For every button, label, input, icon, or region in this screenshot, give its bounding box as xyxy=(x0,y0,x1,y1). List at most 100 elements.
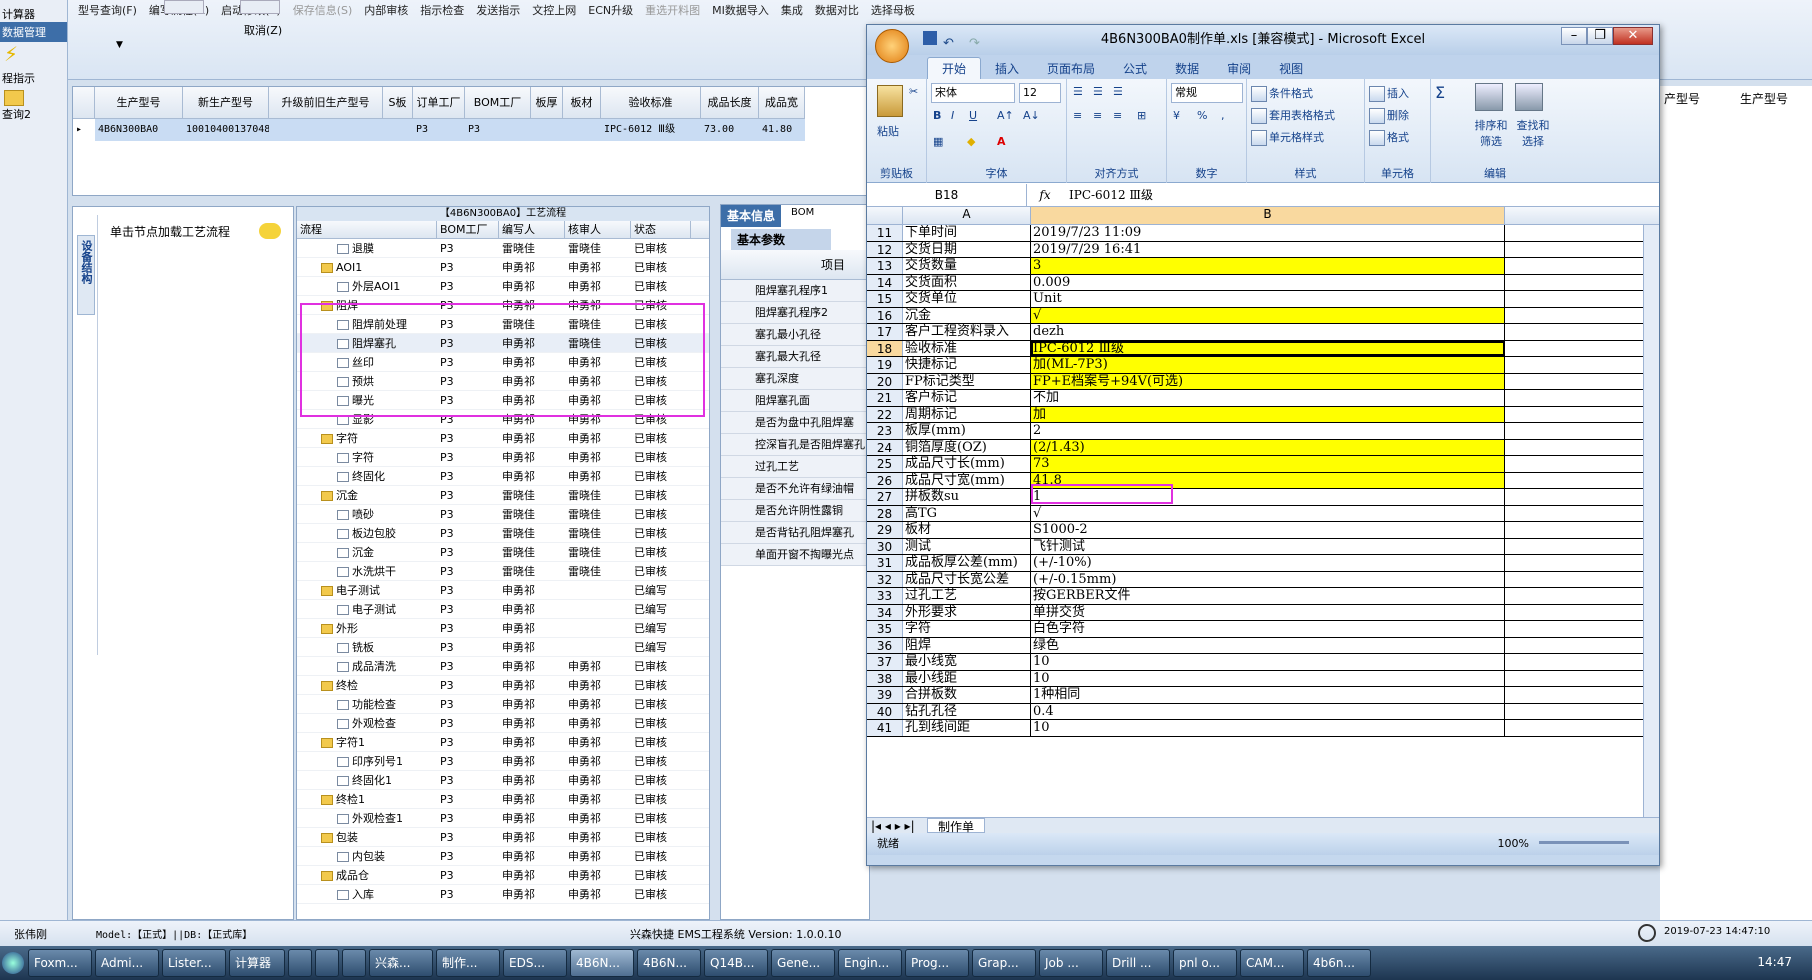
font-color-icon[interactable]: A xyxy=(997,135,1006,148)
tree-row[interactable]: 沉金 P3 雷晓佳 雷晓佳 已审核 xyxy=(297,543,709,562)
param-row[interactable]: 是否不允许有绿油帽 xyxy=(721,478,869,500)
row-number[interactable]: 35 xyxy=(867,621,903,637)
cell-c[interactable] xyxy=(1505,440,1659,456)
column-b[interactable]: B xyxy=(1031,207,1505,224)
grow-font-icon[interactable]: A↑ xyxy=(997,109,1014,122)
row-number[interactable]: 39 xyxy=(867,687,903,703)
table-cell[interactable]: P3 xyxy=(465,119,531,141)
param-row[interactable]: 是否背钻孔阻焊塞孔 xyxy=(721,522,869,544)
row-number[interactable]: 27 xyxy=(867,489,903,505)
toolbar-button[interactable]: 重选开料图 xyxy=(639,2,706,20)
row-number[interactable]: 24 xyxy=(867,439,903,455)
cell-c[interactable] xyxy=(1505,374,1659,390)
cell-b[interactable]: 73 xyxy=(1031,456,1505,472)
zoom-level[interactable]: 100% xyxy=(1498,833,1529,855)
sheet-tab[interactable]: 制作单 xyxy=(927,818,986,834)
underline-icon[interactable]: U xyxy=(969,109,977,122)
taskbar-button[interactable]: 4B6N... xyxy=(637,949,701,977)
tree-row[interactable]: 终固化1 P3 申勇祁 申勇祁 已审核 xyxy=(297,771,709,790)
merge-icon[interactable]: ⊞ xyxy=(1137,109,1146,122)
row-number[interactable]: 23 xyxy=(867,423,903,439)
tree-node[interactable]: 成品清洗 xyxy=(297,657,437,675)
tab-ribbon[interactable]: 视图 xyxy=(1265,58,1317,79)
cell-b[interactable]: S1000-2 xyxy=(1031,522,1505,538)
border-icon[interactable]: ▦ xyxy=(933,135,943,148)
cell-c[interactable] xyxy=(1505,506,1659,522)
cell-a[interactable]: 阻焊 xyxy=(903,637,1031,653)
tab-ribbon[interactable]: 数据 xyxy=(1161,58,1213,79)
row-number[interactable]: 36 xyxy=(867,637,903,653)
row-number[interactable]: 31 xyxy=(867,555,903,571)
cell-c[interactable] xyxy=(1505,291,1659,307)
dropdown-arrow-icon[interactable]: ▼ xyxy=(116,40,123,50)
row-number[interactable]: 28 xyxy=(867,505,903,521)
param-row[interactable]: 是否允许阴性露铜 xyxy=(721,500,869,522)
toolbar-button[interactable]: ECN升级 xyxy=(582,2,639,20)
taskbar-button[interactable]: 计算器 xyxy=(229,949,285,977)
number-format-box[interactable]: 常规 xyxy=(1171,83,1243,103)
function-icon[interactable]: fx xyxy=(1027,188,1063,202)
align-right-icon[interactable]: ≡ xyxy=(1113,109,1122,122)
cell-b[interactable]: 加 xyxy=(1031,406,1505,422)
taskbar-button[interactable] xyxy=(342,949,366,977)
tree-row[interactable]: 板边包胶 P3 雷晓佳 雷晓佳 已审核 xyxy=(297,524,709,543)
tree-row[interactable]: AOI1 P3 申勇祁 申勇祁 已审核 xyxy=(297,258,709,277)
taskbar-button[interactable]: CAM... xyxy=(1240,949,1304,977)
taskbar-button[interactable]: Job ... xyxy=(1039,949,1103,977)
row-number[interactable]: 33 xyxy=(867,588,903,604)
comma-icon[interactable]: , xyxy=(1221,109,1225,122)
table-cell[interactable]: IPC-6012 Ⅲ级 xyxy=(601,119,701,141)
param-row[interactable]: 控深盲孔是否阻焊塞孔 xyxy=(721,434,869,456)
cell-a[interactable]: 成品板厚公差(mm) xyxy=(903,555,1031,571)
tree-node[interactable]: 退膜 xyxy=(297,239,437,257)
cell-b[interactable]: 白色字符 xyxy=(1031,621,1505,637)
currency-icon[interactable]: ¥ xyxy=(1173,109,1180,122)
tree-node[interactable]: 入库 xyxy=(297,885,437,903)
cell-a[interactable]: 字符 xyxy=(903,621,1031,637)
tree-node[interactable]: 终固化 xyxy=(297,467,437,485)
cell-c[interactable] xyxy=(1505,720,1659,736)
cell-a[interactable]: 快捷标记 xyxy=(903,357,1031,373)
undo-icon[interactable]: ↶ xyxy=(943,29,954,59)
taskbar-button[interactable]: Admi... xyxy=(95,949,159,977)
table-cell[interactable] xyxy=(563,119,601,141)
taskbar-button[interactable]: 制作... xyxy=(436,949,500,977)
minimize-icon[interactable]: – xyxy=(1561,27,1587,45)
taskbar-button[interactable]: 4B6N... xyxy=(570,949,634,977)
tree-row[interactable]: 内包装 P3 申勇祁 申勇祁 已审核 xyxy=(297,847,709,866)
tree-node[interactable]: 沉金 xyxy=(297,543,437,561)
toolbar-button[interactable]: 保存信息(S) xyxy=(287,2,359,20)
cell-b[interactable]: (+/-0.15mm) xyxy=(1031,571,1505,587)
nav-item[interactable]: 查询2 xyxy=(0,106,67,122)
shrink-font-icon[interactable]: A↓ xyxy=(1023,109,1040,122)
tree-row[interactable]: 退膜 P3 雷晓佳 雷晓佳 已审核 xyxy=(297,239,709,258)
cell-b[interactable]: 不加 xyxy=(1031,390,1505,406)
param-row[interactable]: 过孔工艺 xyxy=(721,456,869,478)
cell-b[interactable]: √ xyxy=(1031,307,1505,323)
cancel-button[interactable]: 取消(Z) xyxy=(244,22,282,38)
align-top-icon[interactable]: ☰ xyxy=(1073,85,1083,98)
table-cell[interactable]: 10010400137048 xyxy=(183,119,269,141)
param-row[interactable]: 阻焊塞孔程序2 xyxy=(721,302,869,324)
cell-b[interactable]: (+/-10%) xyxy=(1031,555,1505,571)
row-number[interactable]: 41 xyxy=(867,720,903,736)
cell-c[interactable] xyxy=(1505,621,1659,637)
tree-row[interactable]: 成品仓 P3 申勇祁 申勇祁 已审核 xyxy=(297,866,709,885)
row-number[interactable]: 40 xyxy=(867,703,903,719)
font-name-box[interactable]: 宋体 xyxy=(931,83,1015,103)
vertical-scrollbar[interactable] xyxy=(1643,225,1659,817)
nav-item[interactable]: 计算器 xyxy=(0,6,67,22)
tree-row[interactable]: 功能检查 P3 申勇祁 申勇祁 已审核 xyxy=(297,695,709,714)
cell-b[interactable]: 10 xyxy=(1031,720,1505,736)
insert-button[interactable]: 插入 xyxy=(1369,85,1409,102)
cell-c[interactable] xyxy=(1505,687,1659,703)
cell-a[interactable]: 客户工程资料录入 xyxy=(903,324,1031,340)
row-number[interactable]: 13 xyxy=(867,258,903,274)
bold-icon[interactable]: B xyxy=(933,109,941,122)
tab-ribbon[interactable]: 页面布局 xyxy=(1033,58,1109,79)
tree-node[interactable]: 字符 xyxy=(297,448,437,466)
taskbar-button[interactable]: Drill ... xyxy=(1106,949,1170,977)
tree-row[interactable]: 包装 P3 申勇祁 申勇祁 已审核 xyxy=(297,828,709,847)
table-cell[interactable]: 41.80 xyxy=(759,119,805,141)
cell-c[interactable] xyxy=(1505,308,1659,324)
